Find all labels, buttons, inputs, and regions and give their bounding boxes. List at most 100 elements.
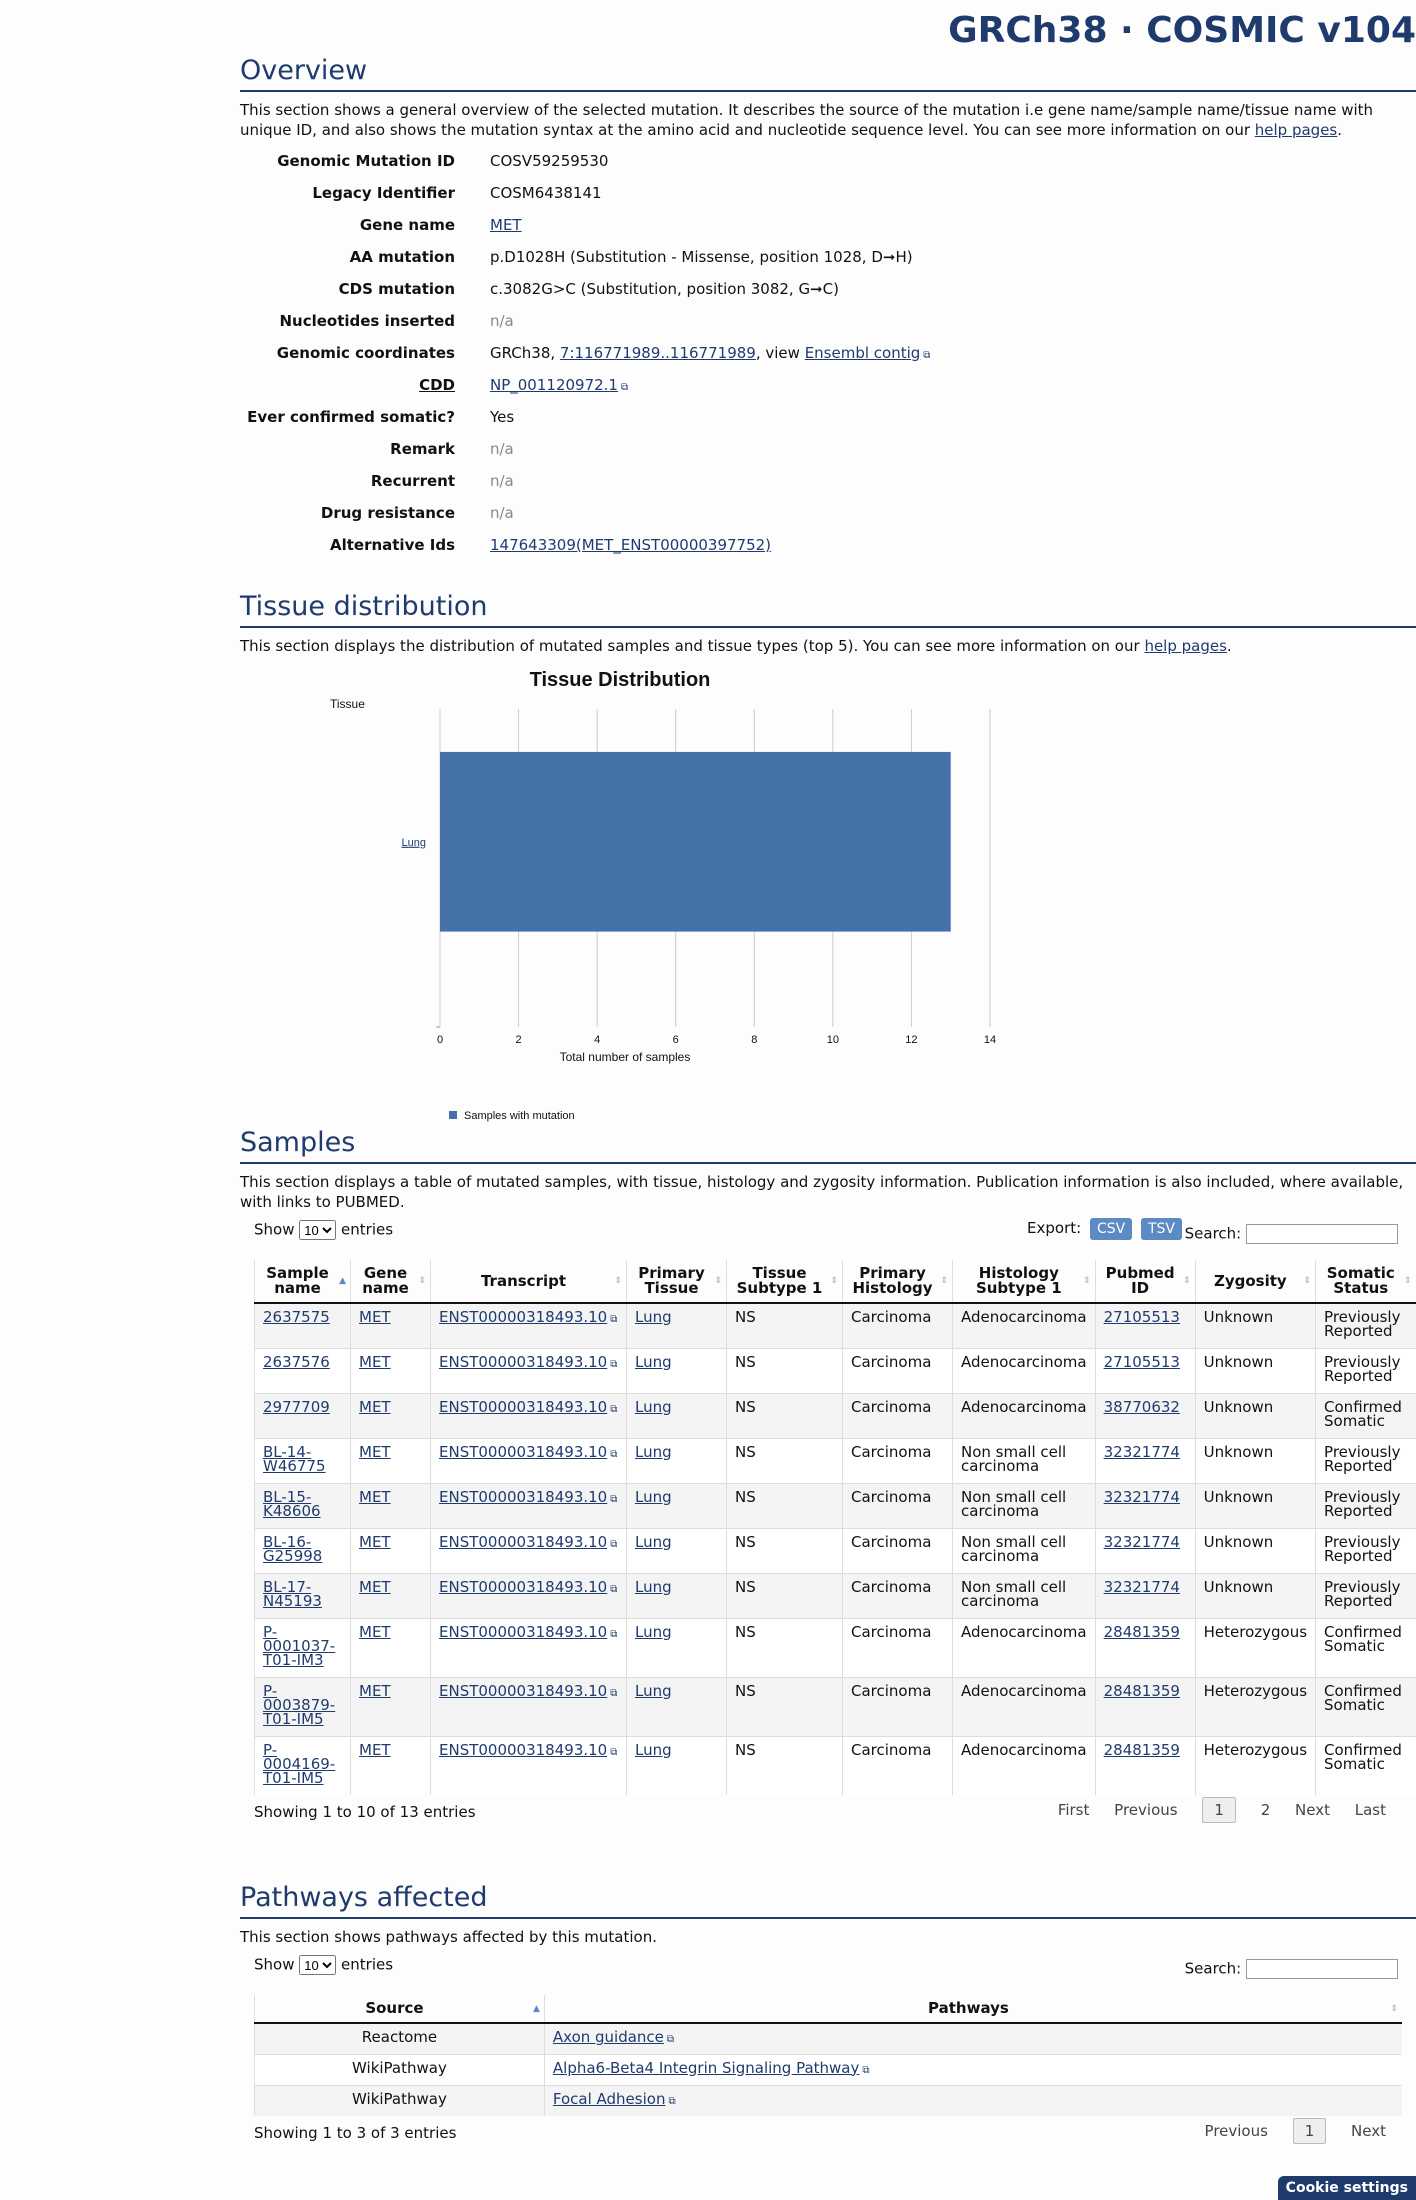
cell-link[interactable]: MET (359, 1741, 391, 1759)
cell-link[interactable]: 28481359 (1104, 1682, 1180, 1700)
tissue-help-link[interactable]: help pages (1144, 637, 1226, 655)
cookie-settings-button[interactable]: Cookie settings (1277, 2176, 1416, 2200)
pager-next[interactable]: Next (1295, 1801, 1330, 1819)
table-cell: Lung (626, 1617, 727, 1677)
pager-page-1[interactable]: 1 (1202, 1797, 1236, 1823)
cell-link[interactable]: Lung (635, 1533, 672, 1551)
cell-link[interactable]: 27105513 (1104, 1308, 1180, 1326)
cell-link[interactable]: Lung (635, 1308, 672, 1326)
table-cell: Adenocarcinoma (952, 1735, 1096, 1795)
cell-link[interactable]: 32321774 (1104, 1533, 1180, 1551)
cell-link[interactable]: Lung (635, 1623, 672, 1641)
column-header[interactable]: Pubmed ID ⇕ (1094, 1260, 1196, 1304)
alternative-id-link[interactable]: 147643309(MET_ENST00000397752) (490, 536, 771, 554)
cell-link[interactable]: ENST00000318493.10 (439, 1741, 607, 1759)
table-cell: Carcinoma (842, 1676, 953, 1736)
table-cell: 32321774 (1094, 1527, 1196, 1573)
cell-link[interactable]: Alpha6-Beta4 Integrin Signaling Pathway (553, 2059, 859, 2077)
cell-link[interactable]: Focal Adhesion (553, 2090, 666, 2108)
table-row: BL-15-K48606 MET ENST00000318493.10 ⧉ Lung NS… (254, 1482, 1416, 1528)
cell-link[interactable]: BL-15-K48606 (263, 1488, 321, 1520)
cell-link[interactable]: ENST00000318493.10 (439, 1533, 607, 1551)
pager-page-2[interactable]: 2 (1261, 1801, 1271, 1819)
sort-icon: ⇕ (940, 1276, 948, 1286)
pathways-length-select[interactable]: 10 (299, 1955, 337, 1975)
cell-link[interactable]: BL-17-N45193 (263, 1578, 322, 1610)
cell-link[interactable]: Lung (635, 1488, 672, 1506)
cell-link[interactable]: MET (359, 1398, 391, 1416)
cell-link[interactable]: MET (359, 1578, 391, 1596)
cell-link[interactable]: Lung (635, 1578, 672, 1596)
cell-link[interactable]: MET (359, 1488, 391, 1506)
cell-link[interactable]: MET (359, 1623, 391, 1641)
cell-link[interactable]: ENST00000318493.10 (439, 1578, 607, 1596)
column-header[interactable]: Pathways ⇕ (543, 1995, 1402, 2024)
cell-link[interactable]: 38770632 (1104, 1398, 1180, 1416)
tissue-heading: Tissue distribution (240, 590, 1416, 628)
cell-link[interactable]: P-0001037-T01-IM3 (263, 1623, 335, 1669)
column-header[interactable]: Primary Histology ⇕ (842, 1260, 953, 1304)
cell-link[interactable]: 28481359 (1104, 1741, 1180, 1759)
cell-link[interactable]: ENST00000318493.10 (439, 1623, 607, 1641)
column-header[interactable]: Somatic Status ⇕ (1315, 1260, 1416, 1304)
cell-link[interactable]: 27105513 (1104, 1353, 1180, 1371)
cell-link[interactable]: 2977709 (263, 1398, 330, 1416)
cell-link[interactable]: MET (359, 1533, 391, 1551)
coordinates-link[interactable]: 7:116771989..116771989 (560, 344, 756, 362)
cell-link[interactable]: BL-14-W46775 (263, 1443, 326, 1475)
pager-previous[interactable]: Previous (1114, 1801, 1177, 1819)
column-header[interactable]: Gene name ⇕ (350, 1260, 431, 1304)
cell-link[interactable]: Lung (635, 1398, 672, 1416)
cell-link[interactable]: ENST00000318493.10 (439, 1308, 607, 1326)
cell-link[interactable]: Axon guidance (553, 2028, 664, 2046)
cell-link[interactable]: 2637576 (263, 1353, 330, 1371)
sort-icon: ⇕ (614, 1276, 622, 1286)
column-header[interactable]: Sample name ▲ (254, 1260, 351, 1304)
table-cell: Lung (626, 1676, 727, 1736)
cell-link[interactable]: MET (359, 1682, 391, 1700)
column-header[interactable]: Tissue Subtype 1 ⇕ (726, 1260, 843, 1304)
cell-link[interactable]: 28481359 (1104, 1623, 1180, 1641)
pager-page-1[interactable]: 1 (1292, 2118, 1327, 2144)
cell-link[interactable]: Lung (635, 1682, 672, 1700)
column-header[interactable]: Histology Subtype 1 ⇕ (952, 1260, 1096, 1304)
overview-help-link[interactable]: help pages (1255, 121, 1337, 139)
cell-link[interactable]: P-0003879-T01-IM5 (263, 1682, 335, 1728)
cell-link[interactable]: ENST00000318493.10 (439, 1488, 607, 1506)
table-cell: Lung (626, 1527, 727, 1573)
cell-link[interactable]: MET (359, 1443, 391, 1461)
column-header[interactable]: Primary Tissue ⇕ (626, 1260, 727, 1304)
cell-link[interactable]: MET (359, 1308, 391, 1326)
category-label[interactable]: Lung (402, 837, 426, 849)
cell-link[interactable]: Lung (635, 1443, 672, 1461)
column-header[interactable]: Source ▲ (254, 1995, 545, 2024)
export-csv-button[interactable]: CSV (1089, 1218, 1133, 1240)
ensembl-contig-link[interactable]: Ensembl contig (805, 344, 921, 362)
gene-link[interactable]: MET (490, 216, 522, 234)
column-header[interactable]: Zygosity ⇕ (1194, 1260, 1316, 1304)
cell-link[interactable]: ENST00000318493.10 (439, 1443, 607, 1461)
cdd-link[interactable]: NP_001120972.1 (490, 376, 618, 394)
cell-link[interactable]: 2637575 (263, 1308, 330, 1326)
pager-first[interactable]: First (1058, 1801, 1090, 1819)
cell-link[interactable]: 32321774 (1104, 1443, 1180, 1461)
samples-search-input[interactable] (1246, 1224, 1398, 1244)
pager-last[interactable]: Last (1355, 1801, 1386, 1819)
pager-next[interactable]: Next (1351, 2122, 1386, 2140)
cell-link[interactable]: ENST00000318493.10 (439, 1353, 607, 1371)
cell-link[interactable]: Lung (635, 1741, 672, 1759)
pathways-search-input[interactable] (1246, 1959, 1398, 1979)
pager-previous[interactable]: Previous (1205, 2122, 1268, 2140)
row-cdd: CDD NP_001120972.1 ⧉ (419, 376, 629, 394)
cell-link[interactable]: P-0004169-T01-IM5 (263, 1741, 335, 1787)
cell-link[interactable]: 32321774 (1104, 1578, 1180, 1596)
cell-link[interactable]: MET (359, 1353, 391, 1371)
cell-link[interactable]: Lung (635, 1353, 672, 1371)
cell-link[interactable]: ENST00000318493.10 (439, 1682, 607, 1700)
cell-link[interactable]: ENST00000318493.10 (439, 1398, 607, 1416)
samples-length-select[interactable]: 10 (299, 1220, 337, 1240)
column-header[interactable]: Transcript ⇕ (430, 1260, 627, 1304)
cell-link[interactable]: 32321774 (1104, 1488, 1180, 1506)
cell-link[interactable]: BL-16-G25998 (263, 1533, 322, 1565)
export-tsv-button[interactable]: TSV (1140, 1218, 1182, 1240)
